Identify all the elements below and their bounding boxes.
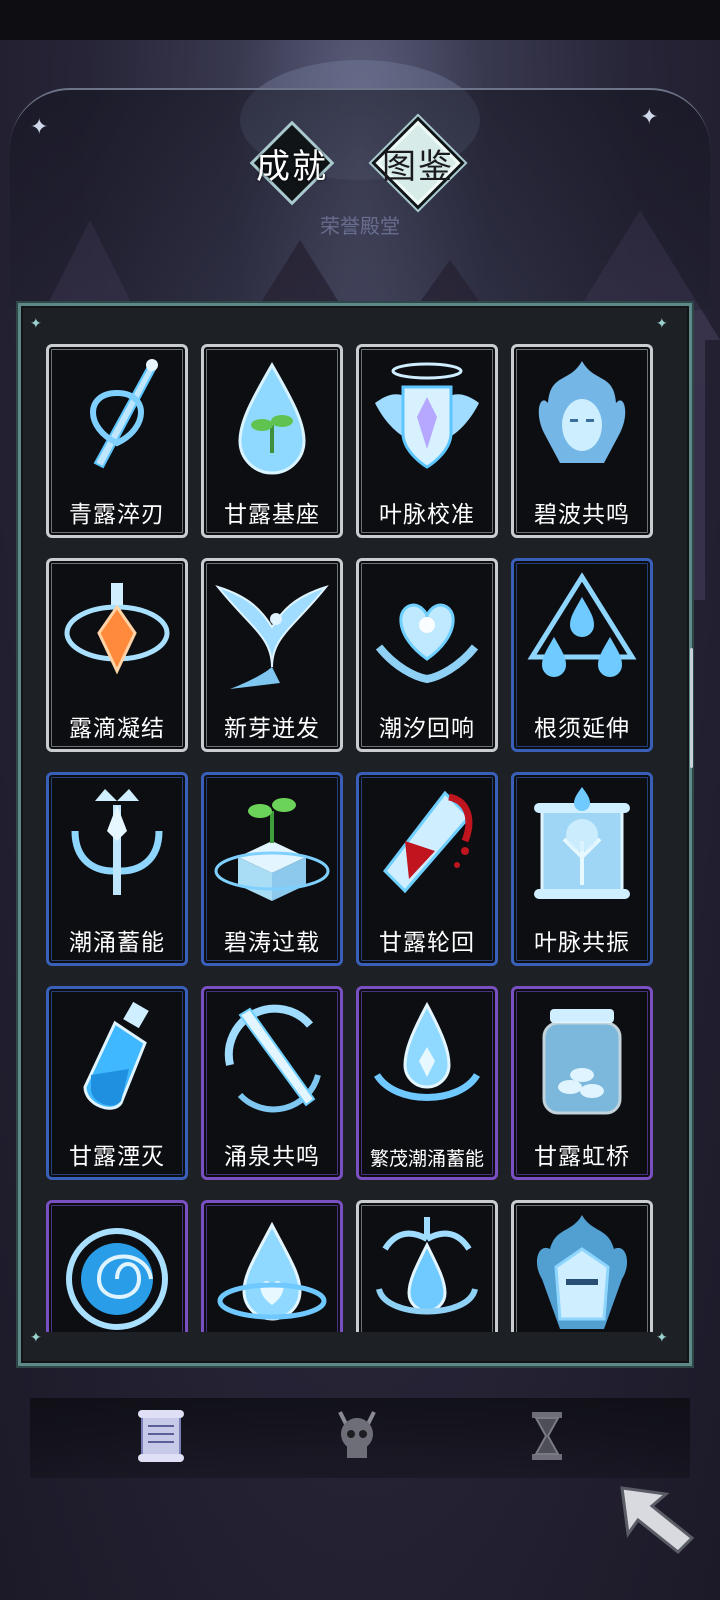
card-name: 根须延伸 [534, 716, 630, 742]
hourglass-icon[interactable] [522, 1408, 572, 1464]
potion-bottle-icon [83, 1001, 149, 1110]
scrollbar[interactable] [690, 648, 693, 768]
collection-card[interactable]: 甘露轮回 [356, 772, 498, 966]
card-name: 繁茂潮涌蓄能 [369, 1148, 484, 1170]
coin-jar-icon [542, 1009, 622, 1115]
corner-ornament-icon: ✦ [656, 1330, 668, 1346]
skull-icon[interactable] [332, 1408, 382, 1464]
collection-card[interactable]: 根须延伸 [511, 558, 653, 752]
sparkle-icon: ✦ [30, 115, 49, 140]
crescent-dagger-icon [224, 1004, 321, 1113]
collection-card[interactable]: 甘露基座 [201, 344, 343, 538]
sword-heart-icon [90, 359, 158, 469]
back-arrow-icon[interactable] [616, 1480, 696, 1556]
card-name: 甘露湮灭 [69, 1144, 165, 1170]
collection-card[interactable]: 露滴凝结 [46, 558, 188, 752]
collection-card[interactable]: 碧波共鸣 [511, 344, 653, 538]
tab-achievements-label: 成就 [256, 146, 328, 187]
card-name: 碧波共鸣 [534, 502, 630, 528]
card-name: 叶脉校准 [379, 502, 475, 528]
tab-achievements[interactable]: 成就 [246, 120, 338, 206]
winged-crystal-shield-icon [375, 362, 479, 469]
crystal-heart-hands-icon [375, 603, 479, 684]
collection-card[interactable]: 潮涌蓄能 [46, 772, 188, 966]
collection-card[interactable] [511, 1200, 653, 1332]
drop-sprout-icon [238, 362, 306, 475]
collection-card[interactable]: 潮汐回响 [356, 558, 498, 752]
card-name: 涌泉共鸣 [224, 1144, 320, 1170]
card-name: 甘露基座 [224, 502, 320, 528]
collection-card[interactable] [46, 1200, 188, 1332]
status-bar [0, 0, 720, 40]
sparkle-icon: ✦ [640, 105, 659, 130]
card-scroll-area[interactable]: 青露淬刃 甘露基座 叶脉校准 碧波共鸣 露滴凝结 新芽迸发 潮汐回响 根须延伸 … [26, 322, 676, 1332]
fountain-drop-icon [376, 1217, 478, 1315]
card-name: 叶脉共振 [534, 930, 630, 956]
collection-card[interactable]: 青露淬刃 [46, 344, 188, 538]
collection-card[interactable]: 繁茂潮涌蓄能 [356, 986, 498, 1180]
card-name: 甘露虹桥 [534, 1144, 630, 1170]
header-banner [10, 88, 710, 310]
card-name: 潮汐回响 [379, 716, 475, 742]
collection-card[interactable]: 碧涛过载 [201, 772, 343, 966]
corner-ornament-icon: ✦ [30, 1330, 42, 1346]
tree-scroll-icon [534, 787, 630, 899]
bleeding-crystal-icon [383, 790, 473, 894]
potion-gem-icon [64, 583, 170, 675]
scroll-icon[interactable] [136, 1408, 186, 1464]
triple-drop-icon [527, 572, 637, 677]
trident-crown-icon [71, 789, 163, 895]
heart-drop-icon [217, 1221, 327, 1321]
phoenix-icon [215, 585, 329, 689]
collection-card[interactable]: 新芽迸发 [201, 558, 343, 752]
collection-card[interactable] [201, 1200, 343, 1332]
faded-hall-title: 荣誉殿堂 [320, 214, 400, 238]
card-name: 甘露轮回 [379, 930, 475, 956]
collection-card[interactable]: 甘露湮灭 [46, 986, 188, 1180]
flaming-helmet-icon [536, 1215, 628, 1329]
collection-card[interactable]: 叶脉共振 [511, 772, 653, 966]
collection-card[interactable]: 叶脉校准 [356, 344, 498, 538]
card-name: 潮涌蓄能 [69, 930, 165, 956]
card-name: 青露淬刃 [69, 502, 165, 528]
card-name: 露滴凝结 [69, 716, 165, 742]
tab-collection[interactable]: 图鉴 [372, 120, 464, 206]
collection-card[interactable]: 涌泉共鸣 [201, 986, 343, 1180]
collection-card[interactable] [356, 1200, 498, 1332]
crystal-drop-splash-icon [374, 1001, 480, 1101]
sprout-cube-icon [214, 798, 330, 901]
water-spirit-face-icon [538, 361, 626, 463]
vortex-icon [66, 1228, 168, 1330]
card-name: 新芽迸发 [224, 716, 320, 742]
collection-card[interactable]: 甘露虹桥 [511, 986, 653, 1180]
card-name: 碧涛过载 [224, 930, 320, 956]
tab-collection-label: 图鉴 [382, 146, 454, 187]
